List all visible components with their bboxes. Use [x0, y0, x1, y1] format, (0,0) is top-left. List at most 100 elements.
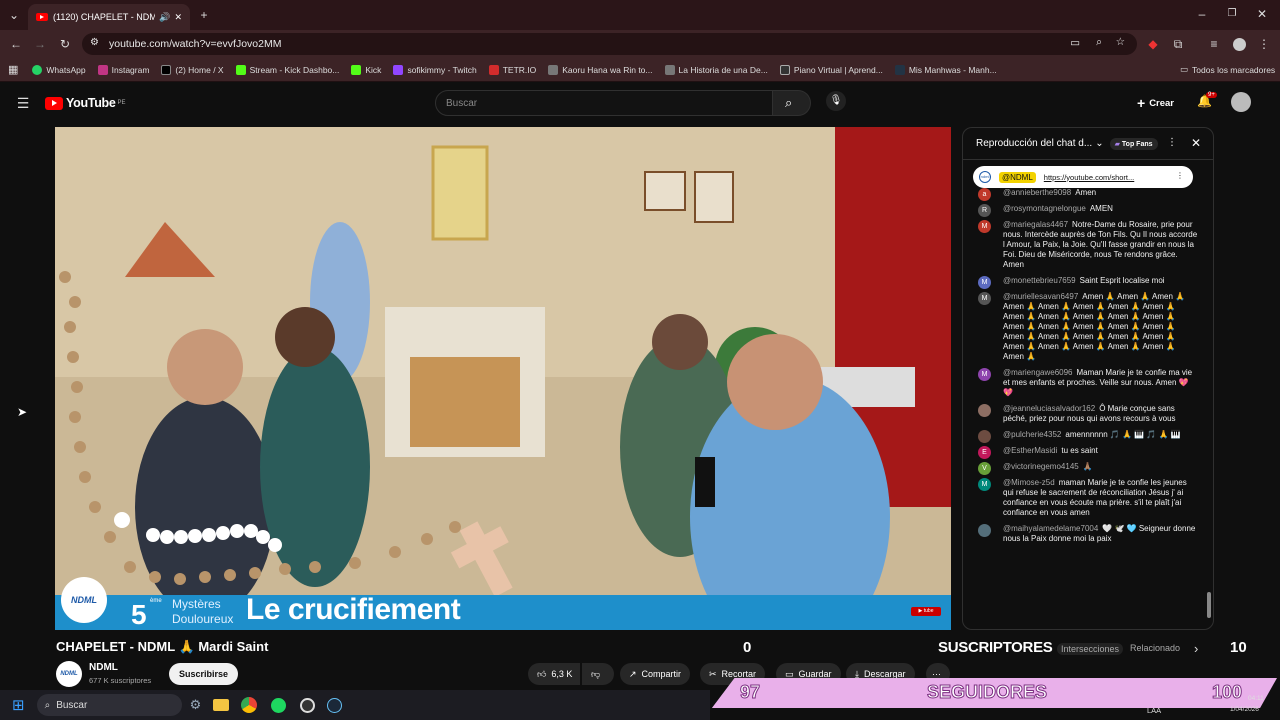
- bookmark-x[interactable]: (2) Home / X: [161, 64, 224, 75]
- bookmark-manhwas[interactable]: Mis Manhwas - Manh...: [894, 64, 997, 75]
- bookmark-piano[interactable]: Piano Virtual | Aprend...: [779, 64, 883, 75]
- all-bookmarks[interactable]: ▭ Todos los marcadores: [1180, 64, 1275, 75]
- chat-avatar[interactable]: M: [978, 478, 991, 491]
- settings-gear-icon[interactable]: ⚙: [190, 697, 202, 713]
- chat-avatar[interactable]: V: [978, 462, 991, 475]
- bookmark-whatsapp[interactable]: WhatsApp: [32, 64, 86, 75]
- spotify-icon[interactable]: [271, 697, 287, 713]
- language-indicator[interactable]: LAA: [1147, 706, 1161, 715]
- extension-icon[interactable]: ◆: [1145, 36, 1161, 52]
- chat-avatar[interactable]: M: [978, 292, 991, 305]
- taskbar-search[interactable]: ⌕ Buscar: [36, 694, 182, 716]
- bookmark-historia[interactable]: La Historia de una De...: [664, 64, 768, 75]
- restore-icon[interactable]: ❐: [1224, 6, 1240, 22]
- bookmark-kick-dashboard[interactable]: Stream - Kick Dashbo...: [235, 64, 339, 75]
- account-avatar[interactable]: [1231, 92, 1251, 112]
- chat-avatar[interactable]: M: [978, 276, 991, 289]
- chrome-icon[interactable]: [241, 697, 258, 713]
- chat-author[interactable]: @maihyalamedelame7004: [1003, 524, 1098, 533]
- media-control-icon[interactable]: ≡: [1206, 36, 1222, 52]
- chip-relacionado[interactable]: Relacionado: [1130, 643, 1180, 653]
- chat-author[interactable]: @mariegalas4467: [1003, 220, 1068, 229]
- chat-author[interactable]: @rosymontagnelongue: [1003, 204, 1086, 213]
- tab-search-icon[interactable]: ⌄: [6, 7, 22, 23]
- chat-message[interactable]: M @mariengawe6096 Maman Marie je te confie…: [963, 368, 1208, 398]
- bookmark-kaoru[interactable]: Kaoru Hana wa Rin to...: [548, 64, 653, 75]
- chat-author[interactable]: @EstherMasidi: [1003, 446, 1057, 455]
- chat-avatar[interactable]: [978, 430, 991, 443]
- chat-author[interactable]: @victorinegemo4145: [1003, 462, 1079, 471]
- chat-message[interactable]: a @annieberthe9098 Amen: [963, 188, 1208, 201]
- chevron-down-icon[interactable]: ⌄: [1095, 138, 1103, 149]
- pinned-message[interactable]: ndml @NDML https://youtube.com/short... …: [973, 166, 1193, 188]
- dislike-button[interactable]: 👎︎: [582, 663, 614, 685]
- steam-icon[interactable]: [327, 697, 343, 713]
- subscribe-button[interactable]: Suscribirse: [169, 663, 239, 685]
- reload-icon[interactable]: ↻: [57, 36, 73, 52]
- chip-intersecciones[interactable]: Intersecciones: [1057, 643, 1124, 655]
- site-info-icon[interactable]: ⚙: [90, 37, 99, 48]
- chat-author[interactable]: @annieberthe9098: [1003, 188, 1071, 197]
- chat-avatar[interactable]: M: [978, 368, 991, 381]
- hamburger-menu-icon[interactable]: ☰: [15, 95, 31, 111]
- audio-icon[interactable]: 🔊: [159, 12, 170, 23]
- new-tab-icon[interactable]: +: [196, 7, 212, 23]
- channel-name[interactable]: NDML: [89, 662, 118, 673]
- top-fans-badge[interactable]: ▰ Top Fans: [1109, 137, 1158, 150]
- voice-search-icon[interactable]: 🎙: [826, 91, 846, 111]
- clock-date[interactable]: 1/04/2026: [1230, 706, 1259, 713]
- browser-tab-active[interactable]: (1120) CHAPELET - NDML 🙏 🔊 ✕: [28, 4, 190, 30]
- chat-message[interactable]: @jeanneluciasalvador162 Ô Marie conçue sa…: [963, 404, 1208, 424]
- pinned-link[interactable]: https://youtube.com/short...: [1044, 173, 1134, 182]
- chat-message[interactable]: M @monettebrieu7659 Saint Esprit localise …: [963, 276, 1208, 289]
- chat-message[interactable]: @pulcherie4352 amennnnnn 🎵 🙏 🎹 🎵 🙏 🎹: [963, 430, 1208, 443]
- address-bar[interactable]: ⚙ youtube.com/watch?v=evvfJovo2MM ▭ ⌕ ☆: [82, 33, 1137, 55]
- chat-avatar[interactable]: E: [978, 446, 991, 459]
- chat-author[interactable]: @monettebrieu7659: [1003, 276, 1076, 285]
- chat-author[interactable]: @mariengawe6096: [1003, 368, 1073, 377]
- create-button[interactable]: + Crear: [1137, 95, 1174, 111]
- zoom-icon[interactable]: ⌕: [1096, 36, 1102, 49]
- forward-icon[interactable]: →: [32, 36, 48, 52]
- chat-message[interactable]: M @Mimose-z5d maman Marie je te confie les…: [963, 478, 1208, 518]
- obs-icon[interactable]: [300, 697, 316, 713]
- chat-avatar[interactable]: a: [978, 188, 991, 201]
- chat-avatar[interactable]: R: [978, 204, 991, 217]
- bookmark-tetrio[interactable]: TETR.IO: [488, 64, 536, 75]
- chat-author[interactable]: @jeanneluciasalvador162: [1003, 404, 1095, 413]
- windows-start-icon[interactable]: ⊞: [12, 696, 25, 714]
- cast-icon[interactable]: ▭: [1070, 37, 1080, 49]
- share-button[interactable]: ↗ Compartir: [620, 663, 691, 685]
- youtube-logo[interactable]: YouTube PE: [45, 96, 126, 110]
- chat-message[interactable]: M @muriellesavan6497 Amen 🙏 Amen 🙏 Amen 🙏 …: [963, 292, 1208, 362]
- chat-author[interactable]: @Mimose-z5d: [1003, 478, 1055, 487]
- apps-grid-icon[interactable]: ▦: [8, 63, 18, 76]
- extensions-puzzle-icon[interactable]: ⧉: [1170, 36, 1186, 52]
- bookmark-kick[interactable]: Kick: [351, 64, 381, 75]
- minimize-icon[interactable]: –: [1194, 6, 1210, 22]
- close-window-icon[interactable]: ✕: [1254, 6, 1270, 22]
- chat-author[interactable]: @muriellesavan6497: [1003, 292, 1078, 301]
- chat-close-icon[interactable]: ✕: [1191, 136, 1201, 150]
- chevron-right-icon[interactable]: ›: [1194, 641, 1198, 656]
- back-icon[interactable]: ←: [8, 36, 24, 52]
- like-button[interactable]: 👍︎ 6,3 K: [528, 663, 580, 685]
- close-tab-icon[interactable]: ✕: [174, 12, 182, 23]
- clock-time[interactable]: 04:11: [1248, 695, 1264, 702]
- channel-avatar[interactable]: NDML: [56, 661, 82, 687]
- chat-message[interactable]: @maihyalamedelame7004 🤍 🕊️ 🩵 Seigneur don…: [963, 524, 1208, 544]
- pinned-more-icon[interactable]: ⋮: [1176, 171, 1184, 180]
- profile-avatar[interactable]: [1233, 38, 1246, 51]
- menu-icon[interactable]: ⋮: [1256, 36, 1272, 52]
- bookmark-instagram[interactable]: Instagram: [97, 64, 149, 75]
- chat-message[interactable]: V @victorinegemo4145 🙏🏽: [963, 462, 1208, 475]
- chat-author[interactable]: @pulcherie4352: [1003, 430, 1061, 439]
- chat-message[interactable]: R @rosymontagnelongue AMEN: [963, 204, 1208, 217]
- chat-more-icon[interactable]: ⋮: [1167, 137, 1177, 148]
- chat-message[interactable]: E @EstherMasidi tu es saint: [963, 446, 1208, 459]
- bookmark-star-icon[interactable]: ☆: [1116, 36, 1125, 48]
- chat-scrollbar[interactable]: [1207, 592, 1211, 618]
- bookmark-twitch[interactable]: sofikimmy - Twitch: [393, 64, 477, 75]
- chat-avatar[interactable]: [978, 404, 991, 417]
- chat-title[interactable]: Reproducción del chat d...: [976, 138, 1092, 149]
